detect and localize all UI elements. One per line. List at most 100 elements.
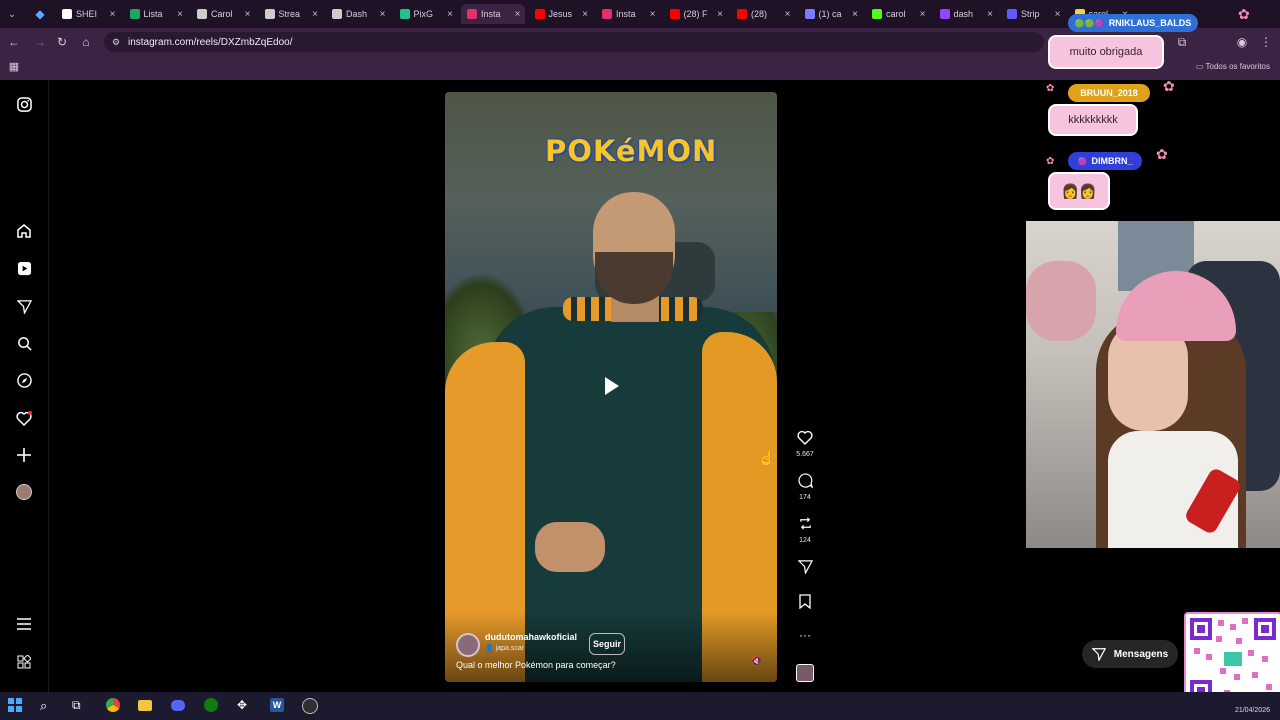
search-icon[interactable] [14, 333, 34, 353]
close-tab-icon[interactable]: × [717, 9, 723, 20]
browser-tab[interactable]: Strip × [1001, 4, 1065, 24]
tab-label: Dash [346, 9, 368, 19]
task-view-icon[interactable]: ⧉ [72, 698, 88, 714]
like-button[interactable]: 5.667 [792, 430, 818, 458]
home-browser-icon[interactable]: ⌂ [78, 34, 94, 50]
repost-button[interactable]: 124 [792, 516, 818, 544]
browser-tab[interactable]: Carol × [191, 4, 255, 24]
chat-username: 🟢🟢🟣 RNIKLAUS_BALDS [1068, 14, 1198, 32]
word-icon[interactable]: W [270, 698, 286, 714]
reload-icon[interactable]: ↻ [54, 34, 70, 50]
browser-tab[interactable]: SHEI × [56, 4, 120, 24]
audio-credit[interactable]: 👤 japa.scar [485, 644, 524, 652]
discord-icon[interactable] [171, 698, 187, 714]
browser-tab[interactable]: (1) ca × [799, 4, 863, 24]
site-info-icon[interactable]: ⚙ [108, 34, 124, 50]
explore-icon[interactable] [14, 370, 34, 390]
tab-favicon-icon [264, 9, 275, 19]
file-explorer-icon[interactable] [138, 698, 154, 714]
chrome-icon[interactable] [106, 698, 122, 714]
windows-start-icon[interactable] [8, 698, 24, 714]
browser-tab[interactable]: Lista × [124, 4, 188, 24]
close-tab-icon[interactable]: × [920, 9, 926, 20]
tab-favicon-icon [669, 9, 680, 19]
tab-favicon-icon [534, 9, 545, 19]
browser-tab[interactable]: PixG × [394, 4, 458, 24]
browser-tab[interactable]: Insta × [596, 4, 660, 24]
tab-favicon-icon [872, 9, 882, 19]
close-tab-icon[interactable]: × [987, 9, 993, 20]
browser-tab[interactable]: (28) × [731, 4, 795, 24]
instagram-logo-icon[interactable] [14, 94, 34, 114]
close-tab-icon[interactable]: × [312, 9, 318, 20]
browser-tab[interactable]: Insta × [461, 4, 525, 24]
close-tab-icon[interactable]: × [582, 9, 588, 20]
menu-icon[interactable] [14, 614, 34, 634]
close-tab-icon[interactable]: × [447, 9, 453, 20]
comment-button[interactable]: 174 [792, 473, 818, 501]
mouse-cursor: ☝ [758, 450, 776, 466]
save-button[interactable] [792, 594, 818, 614]
tab-favicon-icon [1007, 9, 1017, 19]
windows-taskbar [0, 692, 1280, 720]
tab-favicon-icon [602, 9, 612, 19]
heart-icon[interactable] [14, 408, 34, 428]
close-tab-icon[interactable]: × [110, 9, 116, 20]
chat-message: kkkkkkkkk [1048, 104, 1138, 136]
tab-label: carol [886, 9, 906, 19]
home-icon[interactable] [14, 221, 34, 241]
apps-icon[interactable] [14, 652, 34, 672]
more-options-icon[interactable]: ··· [792, 628, 818, 642]
profile-icon[interactable]: ◉ [1234, 34, 1250, 50]
all-bookmarks-button[interactable]: ▭ Todos os favoritos [1196, 62, 1270, 71]
browser-tab[interactable]: Dash × [326, 4, 390, 24]
back-icon[interactable]: ← [6, 34, 22, 50]
profile-avatar[interactable] [14, 482, 34, 502]
share-button[interactable] [792, 559, 818, 579]
person-icon: 👤 [485, 645, 496, 652]
close-tab-icon[interactable]: × [380, 9, 386, 20]
taskbar-search-icon[interactable]: ⌕ [40, 698, 56, 714]
close-tab-icon[interactable]: × [177, 9, 183, 20]
send-icon [796, 560, 813, 575]
reels-icon[interactable] [14, 258, 34, 278]
reel-caption: Qual o melhor Pokémon para começar? [456, 660, 616, 670]
badge-icon: 🟣 [1077, 156, 1088, 166]
badge-icon: 🟢🟢🟣 [1074, 18, 1105, 28]
tab-favicon-icon [62, 9, 72, 19]
url-text[interactable]: instagram.com/reels/DXZmbZqEdoo/ [128, 37, 293, 48]
xbox-icon[interactable] [204, 698, 220, 714]
browser-tab[interactable]: Jesus × [529, 4, 593, 24]
plus-icon[interactable] [14, 445, 34, 465]
close-tab-icon[interactable]: × [852, 9, 858, 20]
app-icon[interactable]: ✥ [237, 698, 253, 714]
follow-button[interactable]: Seguir [589, 633, 625, 655]
close-tab-icon[interactable]: × [245, 9, 251, 20]
play-icon[interactable] [600, 375, 622, 397]
audio-thumbnail[interactable] [792, 664, 818, 682]
pinned-tab-icon[interactable]: ◆ [32, 6, 48, 22]
browser-menu-icon[interactable]: ⋮ [1258, 34, 1274, 50]
apps-grid-icon[interactable]: ▦ [6, 59, 22, 75]
author-username[interactable]: dudutomahawkoficial [485, 632, 577, 642]
close-tab-icon[interactable]: × [515, 9, 521, 20]
author-avatar[interactable] [456, 633, 480, 657]
close-tab-icon[interactable]: × [650, 9, 656, 20]
send-icon [1091, 648, 1106, 661]
browser-tab[interactable]: Strea × [259, 4, 323, 24]
mute-icon[interactable]: 🔇 [751, 656, 762, 667]
tab-search-icon[interactable]: ⌄ [4, 6, 20, 22]
comment-icon [797, 473, 813, 490]
obs-icon[interactable] [302, 698, 318, 714]
messages-button[interactable]: Mensagens [1082, 640, 1178, 668]
send-icon[interactable] [14, 296, 34, 316]
browser-tab[interactable]: carol × [866, 4, 930, 24]
browser-tab[interactable]: (28) F × [664, 4, 728, 24]
close-tab-icon[interactable]: × [785, 9, 791, 20]
extensions-icon[interactable]: ⧉ [1174, 34, 1190, 50]
reel-video[interactable]: POKéMON dudutomahawkoficial 👤 japa.scar … [445, 92, 777, 682]
browser-tab[interactable]: dash × [934, 4, 998, 24]
close-tab-icon[interactable]: × [1055, 9, 1061, 20]
tab-favicon-icon [332, 9, 342, 19]
forward-icon[interactable]: → [32, 34, 48, 50]
